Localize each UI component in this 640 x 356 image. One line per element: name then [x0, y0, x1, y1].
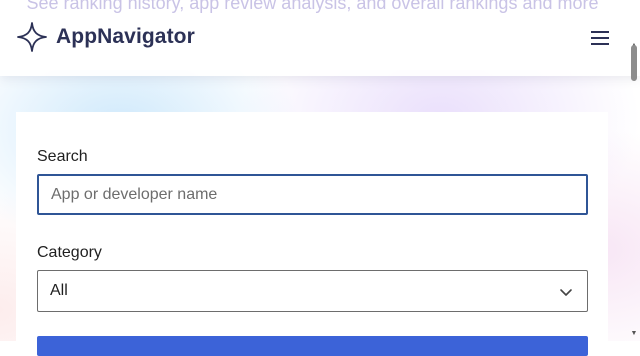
search-submit-button[interactable]: [37, 336, 588, 356]
hamburger-menu-icon: [591, 31, 609, 45]
brand-logo-link[interactable]: AppNavigator: [16, 20, 195, 54]
menu-button[interactable]: [588, 26, 612, 50]
hero-subtitle: See ranking history, app review analysis…: [26, 0, 599, 13]
sparkle-star-icon: [17, 22, 47, 52]
page-scrollbar[interactable]: ▲ ▼: [628, 41, 640, 341]
search-form-card: Search Category All: [16, 112, 608, 356]
search-input[interactable]: [37, 174, 588, 215]
category-selected-value: All: [50, 282, 68, 299]
scroll-down-arrow-icon[interactable]: ▼: [628, 329, 640, 339]
chevron-down-icon: [560, 289, 572, 296]
category-select[interactable]: All: [37, 270, 588, 312]
scrollbar-thumb[interactable]: [631, 45, 637, 81]
brand-name: AppNavigator: [56, 25, 195, 48]
category-label: Category: [37, 244, 102, 261]
search-label: Search: [37, 148, 88, 165]
site-header: See ranking history, app review analysis…: [0, 0, 640, 76]
